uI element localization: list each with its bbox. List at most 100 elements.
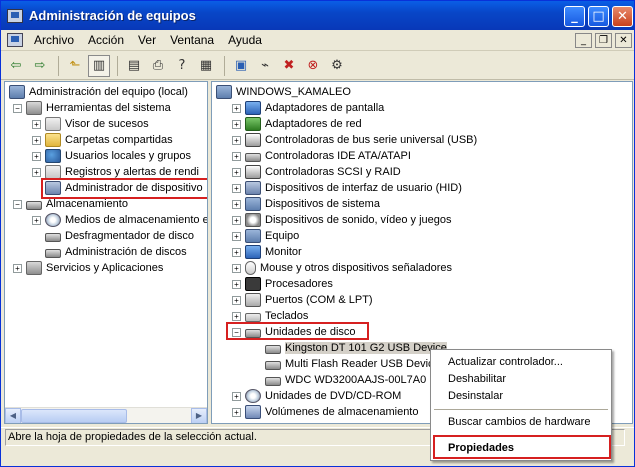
menu-separator xyxy=(434,435,608,436)
menu-item-scan-hardware[interactable]: Buscar cambios de hardware xyxy=(431,414,611,431)
menu-ver[interactable]: Ver xyxy=(131,33,163,47)
device-category[interactable]: + Dispositivos de sonido, vídeo y juegos xyxy=(232,212,452,228)
computer-icon[interactable]: ▣ xyxy=(230,55,252,77)
tree-label: Almacenamiento xyxy=(46,198,128,210)
expand-toggle[interactable]: + xyxy=(232,199,241,209)
expand-toggle[interactable]: + xyxy=(32,135,41,145)
device-item-kingston[interactable]: Kingston DT 101 G2 USB Device xyxy=(265,340,447,356)
child-close-button[interactable]: ✕ xyxy=(615,33,632,48)
device-item-flash-reader[interactable]: Multi Flash Reader USB Device xyxy=(265,356,440,372)
tree-item-storage[interactable]: − Almacenamiento xyxy=(13,196,128,212)
menu-ayuda[interactable]: Ayuda xyxy=(221,33,269,47)
tree-item-services-apps[interactable]: + Servicios y Aplicaciones xyxy=(13,260,163,276)
menu-archivo[interactable]: Archivo xyxy=(27,33,81,47)
uninstall-icon[interactable]: ✖ xyxy=(278,55,300,77)
tree-item-event-viewer[interactable]: + Visor de sucesos xyxy=(32,116,149,132)
device-category-disk-drives[interactable]: − Unidades de disco xyxy=(232,324,356,340)
expand-toggle[interactable]: + xyxy=(32,119,41,129)
device-category[interactable]: + Dispositivos de interfaz de usuario (HI… xyxy=(232,180,462,196)
console-tree[interactable]: Administración del equipo (local) − Herr… xyxy=(4,81,208,424)
device-category[interactable]: + Unidades de DVD/CD-ROM xyxy=(232,388,401,404)
tree-item-defrag[interactable]: Desfragmentador de disco xyxy=(45,228,194,244)
device-category[interactable]: + Teclados xyxy=(232,308,308,324)
device-category[interactable]: + Controladoras SCSI y RAID xyxy=(232,164,401,180)
collapse-toggle[interactable]: − xyxy=(13,199,22,209)
expand-toggle[interactable]: + xyxy=(232,407,241,417)
expand-toggle[interactable]: + xyxy=(232,215,241,225)
device-category[interactable]: + Mouse y otros dispositivos señaladores xyxy=(232,260,452,276)
expand-toggle[interactable]: + xyxy=(32,151,41,161)
device-category[interactable]: + Procesadores xyxy=(232,276,333,292)
minimize-button[interactable]: _ xyxy=(564,6,585,27)
device-category[interactable]: + Volúmenes de almacenamiento xyxy=(232,404,418,420)
maximize-button[interactable]: □ xyxy=(588,6,609,27)
mouse-icon xyxy=(245,261,256,275)
scroll-right-icon[interactable]: ▶ xyxy=(191,407,207,423)
device-category[interactable]: + Equipo xyxy=(232,228,299,244)
child-restore-button[interactable]: ❐ xyxy=(595,33,612,48)
menu-item-properties[interactable]: Propiedades xyxy=(431,440,611,457)
device-tree-root[interactable]: WINDOWS_KAMALEO xyxy=(216,84,351,100)
up-folder-icon[interactable]: ⬑ xyxy=(64,55,86,77)
refresh-icon[interactable]: ▦ xyxy=(195,55,217,77)
tree-item-performance-logs[interactable]: + Registros y alertas de rendi xyxy=(32,164,199,180)
tree-item-shared-folders[interactable]: + Carpetas compartidas xyxy=(32,132,173,148)
usb-icon xyxy=(245,133,261,147)
device-item-wdc[interactable]: WDC WD3200AAJS-00L7A0 xyxy=(265,372,426,388)
expand-toggle[interactable]: + xyxy=(232,391,241,401)
menu-item-disable[interactable]: Deshabilitar xyxy=(431,371,611,388)
tree-item-users-groups[interactable]: + Usuarios locales y grupos xyxy=(32,148,191,164)
device-category[interactable]: + Adaptadores de pantalla xyxy=(232,100,384,116)
expand-toggle[interactable]: + xyxy=(232,167,241,177)
device-category[interactable]: + Adaptadores de red xyxy=(232,116,362,132)
scroll-left-icon[interactable]: ◀ xyxy=(5,407,21,423)
expand-toggle[interactable]: + xyxy=(232,183,241,193)
scrollbar-thumb[interactable] xyxy=(21,409,127,423)
expand-toggle[interactable]: + xyxy=(232,263,241,273)
horizontal-scrollbar[interactable]: ◀ ▶ xyxy=(5,407,207,423)
help-icon[interactable]: ? xyxy=(171,55,193,77)
tree-item-disk-management[interactable]: Administración de discos xyxy=(45,244,187,260)
expand-toggle[interactable]: + xyxy=(232,135,241,145)
close-button[interactable]: ✕ xyxy=(612,6,633,27)
disable-icon[interactable]: ⊗ xyxy=(302,55,324,77)
properties-icon[interactable]: ▤ xyxy=(123,55,145,77)
tree-item-device-manager[interactable]: Administrador de dispositivo xyxy=(45,180,203,196)
device-category[interactable]: + Controladoras IDE ATA/ATAPI xyxy=(232,148,411,164)
expand-toggle[interactable]: + xyxy=(232,231,241,241)
menu-accion[interactable]: Acción xyxy=(81,33,131,47)
tree-item-system-tools[interactable]: − Herramientas del sistema xyxy=(13,100,171,116)
expand-toggle[interactable]: + xyxy=(232,247,241,257)
menu-ventana[interactable]: Ventana xyxy=(163,33,221,47)
menu-bar: Archivo Acción Ver Ventana Ayuda xyxy=(1,30,634,51)
console-icon[interactable] xyxy=(7,33,23,47)
print-icon[interactable]: ⎙ xyxy=(147,55,169,77)
expand-toggle[interactable]: + xyxy=(32,167,41,177)
tree-item-root[interactable]: Administración del equipo (local) xyxy=(9,84,188,100)
defrag-icon xyxy=(45,233,61,242)
forward-arrow-icon[interactable]: ⇨ xyxy=(29,55,51,77)
expand-toggle[interactable]: + xyxy=(232,103,241,113)
expand-toggle[interactable]: + xyxy=(232,279,241,289)
show-tree-icon[interactable]: ▥ xyxy=(88,54,110,77)
expand-toggle[interactable]: + xyxy=(232,295,241,305)
update-driver-icon[interactable]: ⚙ xyxy=(326,55,348,77)
menu-item-update-driver[interactable]: Actualizar controlador... xyxy=(431,354,611,371)
expand-toggle[interactable]: + xyxy=(232,311,241,321)
device-category[interactable]: + Puertos (COM & LPT) xyxy=(232,292,373,308)
child-minimize-button[interactable]: _ xyxy=(575,33,592,48)
expand-toggle[interactable]: + xyxy=(232,151,241,161)
title-bar[interactable]: Administración de equipos _ □ ✕ xyxy=(1,1,634,30)
expand-toggle[interactable]: + xyxy=(232,119,241,129)
device-category[interactable]: + Dispositivos de sistema xyxy=(232,196,380,212)
device-category[interactable]: + Monitor xyxy=(232,244,302,260)
collapse-toggle[interactable]: − xyxy=(232,327,241,337)
menu-item-uninstall[interactable]: Desinstalar xyxy=(431,388,611,405)
expand-toggle[interactable]: + xyxy=(32,215,41,225)
device-category[interactable]: + Controladoras de bus serie universal (U… xyxy=(232,132,477,148)
back-arrow-icon[interactable]: ⇦ xyxy=(5,55,27,77)
tree-item-removable-storage[interactable]: + Medios de almacenamiento e xyxy=(32,212,207,228)
collapse-toggle[interactable]: − xyxy=(13,103,22,113)
scan-icon[interactable]: ⌁ xyxy=(254,55,276,77)
expand-toggle[interactable]: + xyxy=(13,263,22,273)
